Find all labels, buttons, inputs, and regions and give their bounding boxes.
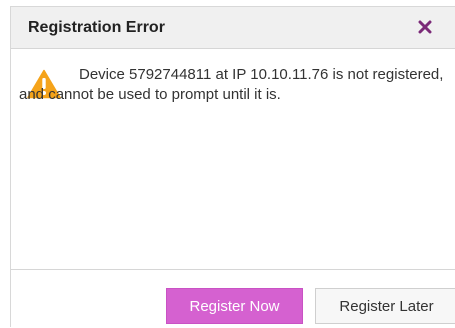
dialog-footer: Register Now Register Later bbox=[11, 269, 455, 328]
dialog-titlebar: Registration Error bbox=[11, 7, 455, 49]
register-later-button[interactable]: Register Later bbox=[315, 288, 455, 324]
registration-error-dialog: Registration Error Device 5792744811 at … bbox=[10, 6, 455, 327]
error-message: Device 5792744811 at IP 10.10.11.76 is n… bbox=[19, 66, 444, 103]
dialog-body: Device 5792744811 at IP 10.10.11.76 is n… bbox=[11, 49, 455, 273]
close-button[interactable] bbox=[413, 15, 437, 39]
register-now-button[interactable]: Register Now bbox=[166, 288, 303, 324]
close-icon bbox=[418, 20, 432, 34]
dialog-title: Registration Error bbox=[28, 19, 165, 36]
